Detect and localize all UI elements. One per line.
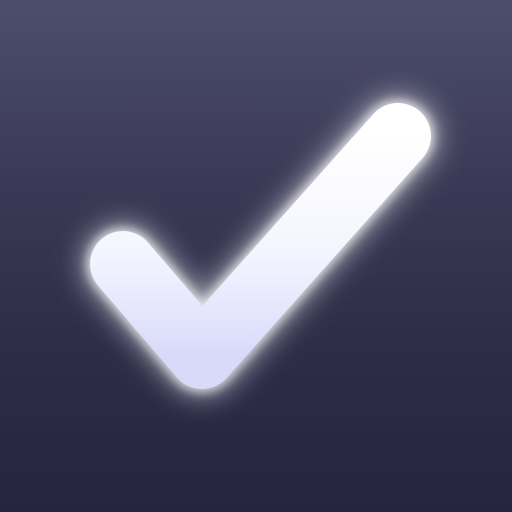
- checkmark-icon: [83, 96, 438, 396]
- checkmark-glyph: [90, 103, 431, 389]
- app-icon-tile: [0, 0, 512, 512]
